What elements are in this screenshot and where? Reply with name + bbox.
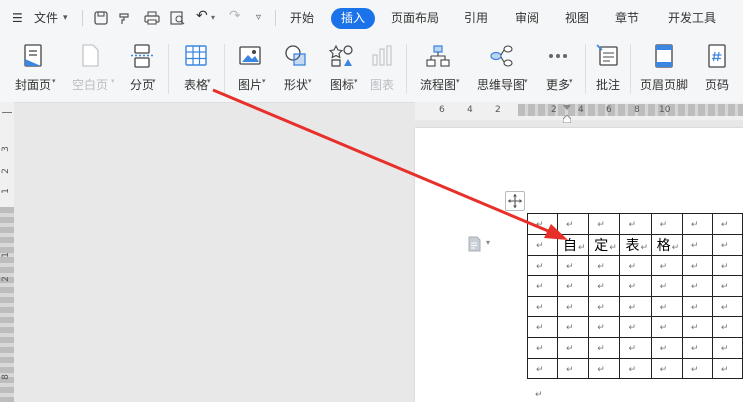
annotation-arrow: [212, 88, 568, 240]
